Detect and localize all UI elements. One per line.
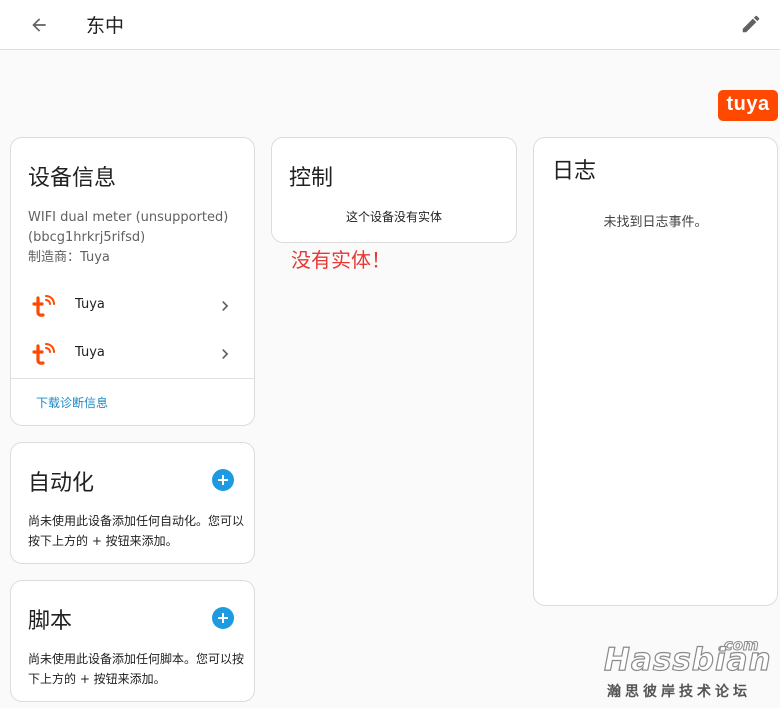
logbook-card: 日志 未找到日志事件。 [533, 137, 778, 606]
no-entity-annotation: 没有实体！ [291, 248, 391, 272]
script-empty-text: 尚未使用此设备添加任何脚本。您可以按下上方的 + 按钮来添加。 [28, 652, 245, 686]
page-title: 东中 [86, 15, 125, 37]
automation-card: 自动化 尚未使用此设备添加任何自动化。您可以按下上方的 + 按钮来添加。 [10, 442, 255, 564]
back-button[interactable] [24, 10, 54, 40]
device-manufacturer: 制造商：Tuya [28, 250, 110, 265]
add-automation-button[interactable] [212, 469, 234, 491]
control-title: 控制 [289, 166, 334, 191]
edit-button[interactable] [736, 9, 766, 39]
integration-label: Tuya [75, 297, 105, 312]
watermark: .com Hassbian 瀚思彼岸技术论坛 [602, 636, 771, 702]
automation-empty-text: 尚未使用此设备添加任何自动化。您可以按下上方的 + 按钮来添加。 [28, 514, 245, 548]
integration-label: Tuya [75, 345, 105, 360]
device-id: (bbcg1hrkrj5rifsd) [28, 230, 146, 245]
pencil-icon [742, 15, 760, 33]
chevron-right-icon [222, 349, 229, 359]
tuya-logo-text: tuya [726, 93, 770, 115]
plus-circle-icon [218, 475, 228, 485]
integration-row-tuya[interactable]: Tuya [11, 334, 254, 374]
automation-title: 自动化 [28, 471, 95, 496]
logbook-empty-text: 未找到日志事件。 [603, 215, 708, 230]
arrow-left-icon [32, 18, 46, 32]
device-info-title: 设备信息 [28, 166, 117, 191]
control-empty-text: 这个设备没有实体 [345, 210, 442, 224]
chevron-right-icon [222, 301, 229, 311]
device-model-info: WIFI dual meter (unsupported) (bbcg1hrkr… [28, 208, 228, 268]
tuya-icon [32, 343, 55, 365]
script-card: 脚本 尚未使用此设备添加任何脚本。您可以按下上方的 + 按钮来添加。 [10, 580, 255, 702]
control-card: 控制 这个设备没有实体 [271, 137, 517, 243]
tuya-logo: tuya [718, 90, 778, 121]
add-script-button[interactable] [212, 607, 234, 629]
integration-row-tuya[interactable]: Tuya [11, 286, 254, 326]
device-info-card: 设备信息 WIFI dual meter (unsupported) (bbcg… [10, 137, 255, 426]
watermark-sub: 瀚思彼岸技术论坛 [607, 684, 751, 700]
logbook-title: 日志 [552, 159, 597, 184]
top-app-bar: 东中 [0, 0, 780, 50]
plus-circle-icon [218, 613, 228, 623]
card-divider [11, 378, 254, 379]
watermark-main: Hassbian [603, 641, 772, 678]
script-title: 脚本 [28, 609, 73, 634]
device-model: WIFI dual meter (unsupported) [28, 210, 229, 225]
download-diagnostics-link[interactable]: 下载诊断信息 [36, 394, 108, 411]
tuya-icon [32, 295, 55, 317]
